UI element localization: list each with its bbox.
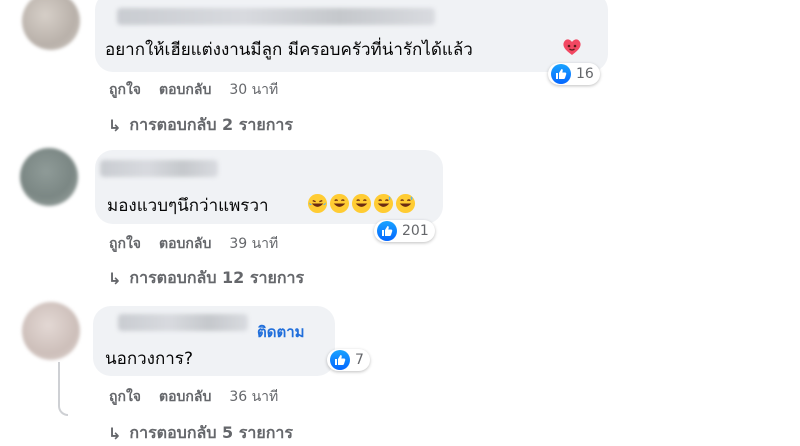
view-replies-link[interactable]: ↳ การตอบกลับ 5 รายการ — [108, 421, 293, 446]
reaction-count: 7 — [355, 352, 364, 368]
like-reaction-icon — [551, 64, 571, 84]
commenter-avatar[interactable] — [22, 0, 80, 50]
comment-text: มองแวบๆนึกว่าแพรวา — [107, 196, 269, 216]
comment-text: นอกวงการ? — [105, 349, 193, 369]
laughing-emoji-icon — [307, 193, 416, 214]
reply-button[interactable]: ตอบกลับ — [159, 79, 211, 101]
comment-timestamp[interactable]: 36 นาที — [229, 386, 278, 408]
commenter-name-blurred[interactable] — [100, 160, 218, 177]
comment-text: อยากให้เฮียแต่งงานมีลูก มีครอบครัวที่น่า… — [105, 40, 473, 60]
reply-arrow-icon: ↳ — [108, 116, 122, 135]
reaction-count: 16 — [576, 66, 594, 82]
comment-bubble: อยากให้เฮียแต่งงานมีลูก มีครอบครัวที่น่า… — [95, 0, 608, 72]
reaction-count-badge[interactable]: 7 — [327, 349, 370, 371]
like-reaction-icon — [330, 350, 350, 370]
like-button[interactable]: ถูกใจ — [109, 233, 141, 255]
reply-button[interactable]: ตอบกลับ — [159, 233, 211, 255]
reply-button[interactable]: ตอบกลับ — [159, 386, 211, 408]
like-reaction-icon — [377, 221, 397, 241]
replies-count-label: การตอบกลับ 2 รายการ — [129, 115, 293, 134]
comment-timestamp[interactable]: 39 นาที — [229, 233, 278, 255]
view-replies-link[interactable]: ↳ การตอบกลับ 2 รายการ — [108, 113, 293, 138]
comment-bubble: ติดตาม นอกวงการ? — [93, 306, 335, 376]
reply-arrow-icon: ↳ — [108, 269, 122, 288]
view-replies-link[interactable]: ↳ การตอบกลับ 12 รายการ — [108, 266, 304, 291]
commenter-avatar[interactable] — [22, 302, 80, 360]
commenter-name-blurred[interactable] — [118, 314, 248, 331]
reaction-count-badge[interactable]: 201 — [374, 220, 435, 242]
replies-count-label: การตอบกลับ 5 รายการ — [129, 423, 293, 442]
comment-timestamp[interactable]: 30 นาที — [229, 79, 278, 101]
reaction-count-badge[interactable]: 16 — [548, 63, 600, 85]
comment-actions: ถูกใจ ตอบกลับ 39 นาที — [109, 233, 278, 255]
comment-bubble: มองแวบๆนึกว่าแพรวา — [95, 150, 443, 224]
replies-count-label: การตอบกลับ 12 รายการ — [129, 268, 305, 287]
like-button[interactable]: ถูกใจ — [109, 79, 141, 101]
reply-arrow-icon: ↳ — [108, 424, 122, 443]
comment-actions: ถูกใจ ตอบกลับ 30 นาที — [109, 79, 278, 101]
reaction-count: 201 — [402, 223, 429, 239]
follow-button[interactable]: ติดตาม — [257, 320, 305, 344]
comment-actions: ถูกใจ ตอบกลับ 36 นาที — [109, 386, 278, 408]
like-button[interactable]: ถูกใจ — [109, 386, 141, 408]
commenter-name-blurred[interactable] — [117, 8, 435, 25]
reply-thread-line — [58, 362, 68, 416]
commenter-avatar[interactable] — [20, 148, 78, 206]
heart-face-emoji-icon — [561, 36, 583, 62]
